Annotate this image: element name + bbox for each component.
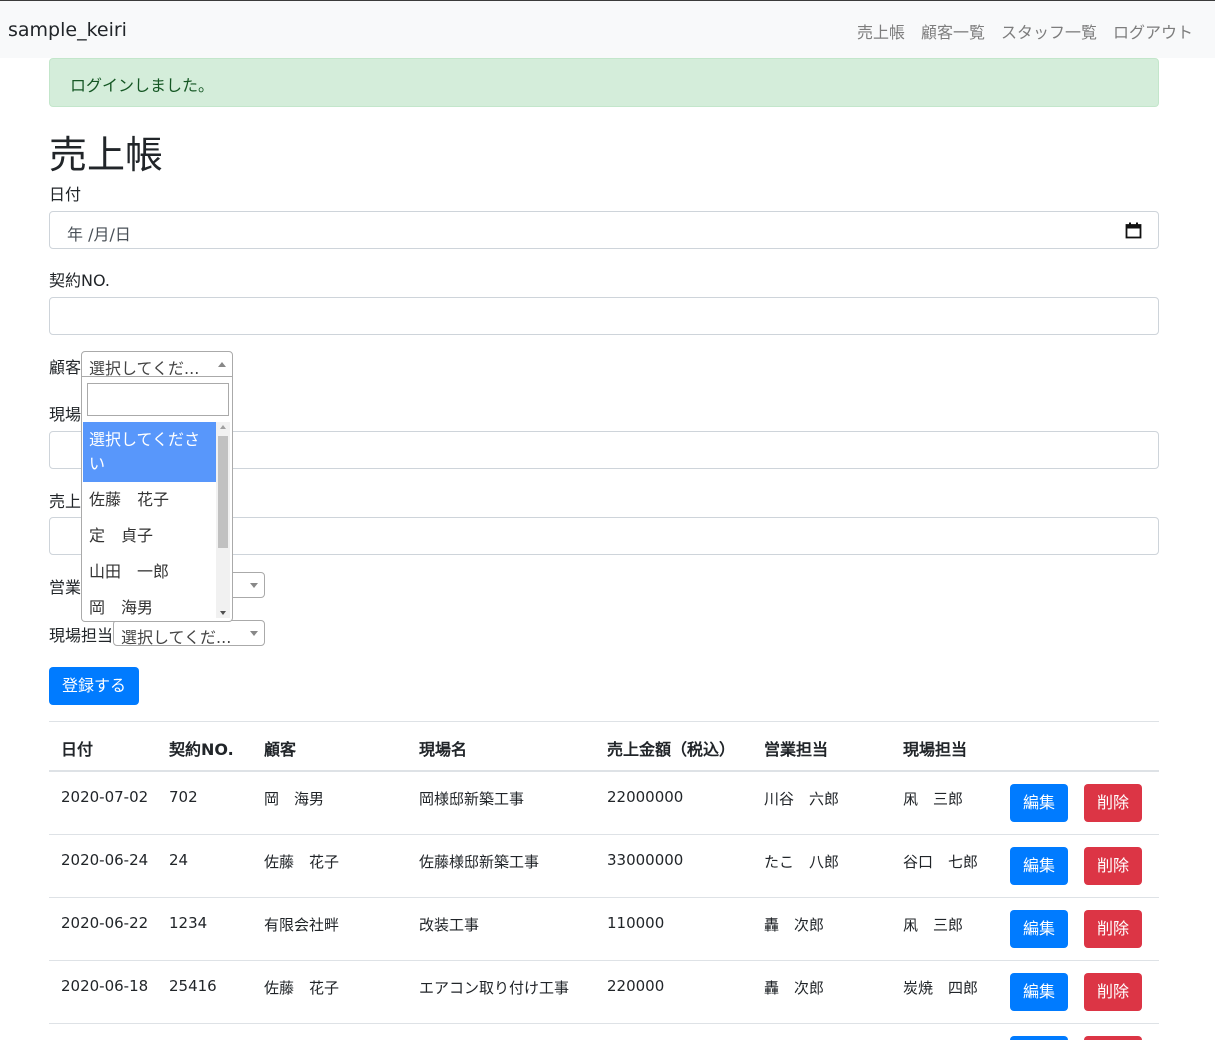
th-sales-staff: 営業担当 xyxy=(764,740,829,759)
edit-button[interactable]: 編集 xyxy=(1010,973,1068,1011)
scroll-down-icon[interactable] xyxy=(220,611,226,615)
delete-button[interactable]: 削除 xyxy=(1084,784,1142,822)
date-label: 日付 xyxy=(49,185,82,204)
submit-button[interactable]: 登録する xyxy=(49,667,139,705)
chevron-up-icon xyxy=(218,362,226,367)
calendar-icon[interactable] xyxy=(1125,222,1142,239)
customer-select[interactable]: 選択してくだ... xyxy=(81,351,233,377)
cell-date: 2020-06-24 xyxy=(61,851,149,869)
cell-site: エアコン取り付け工事 xyxy=(419,979,570,997)
cell-site-staff: 炭焼 四郎 xyxy=(903,979,979,997)
customer-select-value: 選択してくだ... xyxy=(89,359,200,377)
contract-label: 契約NO. xyxy=(49,271,111,290)
cell-amount: 33000000 xyxy=(607,851,684,869)
sales-label: 売上 xyxy=(49,492,82,511)
delete-button[interactable]: 削除 xyxy=(1084,910,1142,948)
edit-button[interactable]: 編集 xyxy=(1010,910,1068,948)
chevron-down-icon xyxy=(250,583,258,588)
edit-button-partial[interactable] xyxy=(1010,1036,1068,1040)
page-title: 売上帳 xyxy=(49,133,164,177)
dropdown-option[interactable]: 岡 海男 xyxy=(83,590,216,621)
cell-amount: 22000000 xyxy=(607,788,684,806)
cell-amount: 110000 xyxy=(607,914,665,932)
cell-date: 2020-07-02 xyxy=(61,788,149,806)
site-staff-label: 現場担当 xyxy=(49,626,114,645)
cell-customer: 佐藤 花子 xyxy=(264,853,340,871)
edit-button[interactable]: 編集 xyxy=(1010,847,1068,885)
delete-button-partial[interactable] xyxy=(1084,1036,1142,1040)
dropdown-option[interactable]: 佐藤 花子 xyxy=(83,482,216,518)
edit-button[interactable]: 編集 xyxy=(1010,784,1068,822)
cell-site-staff: 凩 三郎 xyxy=(903,916,964,934)
cell-contract: 25416 xyxy=(169,977,217,995)
site-staff-select-value: 選択してくだ... xyxy=(121,628,232,646)
th-amount: 売上金額（税込） xyxy=(607,740,736,759)
scroll-thumb[interactable] xyxy=(218,436,228,548)
nav-link-staff[interactable]: スタッフ一覧 xyxy=(1001,19,1097,43)
dropdown-search-input[interactable] xyxy=(87,383,229,416)
cell-site-staff: 凩 三郎 xyxy=(903,790,964,808)
row-divider xyxy=(49,834,1159,835)
dropdown-scrollbar[interactable] xyxy=(216,422,230,618)
nav-link-sales[interactable]: 売上帳 xyxy=(857,19,905,43)
cell-sales-staff: 轟 次郎 xyxy=(764,979,825,997)
customer-label: 顧客 xyxy=(49,358,82,377)
row-divider xyxy=(49,960,1159,961)
cell-site: 佐藤様邸新築工事 xyxy=(419,853,540,871)
table-header-border xyxy=(49,770,1159,772)
nav-link-customers[interactable]: 顧客一覧 xyxy=(921,19,985,43)
login-alert: ログインしました。 xyxy=(49,58,1159,107)
delete-button[interactable]: 削除 xyxy=(1084,847,1142,885)
cell-contract: 1234 xyxy=(169,914,208,932)
cell-date: 2020-06-22 xyxy=(61,914,149,932)
date-input[interactable]: 年 /月/日 xyxy=(49,211,1159,249)
nav-links: 売上帳 顧客一覧 スタッフ一覧 ログアウト xyxy=(857,19,1193,43)
cell-date: 2020-06-18 xyxy=(61,977,149,995)
th-date: 日付 xyxy=(61,740,94,759)
cell-site: 改装工事 xyxy=(419,916,480,934)
dropdown-option[interactable]: 山田 一郎 xyxy=(83,554,216,590)
brand-link[interactable]: sample_keiri xyxy=(8,19,127,41)
cell-site: 岡様邸新築工事 xyxy=(419,790,525,808)
dropdown-option[interactable]: 選択してください xyxy=(83,422,216,482)
cell-customer: 佐藤 花子 xyxy=(264,979,340,997)
chevron-down-icon xyxy=(250,631,258,636)
cell-contract: 702 xyxy=(169,788,198,806)
nav-link-logout[interactable]: ログアウト xyxy=(1113,19,1193,43)
th-site: 現場名 xyxy=(419,740,468,759)
customer-dropdown: 選択してください 佐藤 花子 定 貞子 山田 一郎 岡 海男 xyxy=(81,377,233,622)
site-staff-select[interactable]: 選択してくだ... xyxy=(113,620,265,646)
site-label: 現場 xyxy=(49,405,82,424)
date-placeholder: 年 /月/日 xyxy=(67,225,131,244)
th-customer: 顧客 xyxy=(264,740,297,759)
scroll-up-icon[interactable] xyxy=(220,425,226,429)
cell-contract: 24 xyxy=(169,851,189,869)
dropdown-options: 選択してください 佐藤 花子 定 貞子 山田 一郎 岡 海男 xyxy=(83,422,216,621)
row-divider xyxy=(49,897,1159,898)
cell-customer: 岡 海男 xyxy=(264,790,325,808)
delete-button[interactable]: 削除 xyxy=(1084,973,1142,1011)
contract-input[interactable] xyxy=(49,297,1159,335)
row-divider xyxy=(49,1023,1159,1024)
navbar: sample_keiri 売上帳 顧客一覧 スタッフ一覧 ログアウト xyxy=(0,0,1215,58)
table-top-border xyxy=(49,721,1159,722)
cell-sales-staff: 川谷 六郎 xyxy=(764,790,840,808)
cell-site-staff: 谷口 七郎 xyxy=(903,853,979,871)
cell-sales-staff: たこ 八郎 xyxy=(764,853,840,871)
cell-customer: 有限会社畔 xyxy=(264,916,340,934)
th-site-staff: 現場担当 xyxy=(903,740,968,759)
dropdown-option[interactable]: 定 貞子 xyxy=(83,518,216,554)
sales-staff-label: 営業 xyxy=(49,578,82,597)
cell-amount: 220000 xyxy=(607,977,665,995)
th-contract: 契約NO. xyxy=(169,740,234,759)
cell-sales-staff: 轟 次郎 xyxy=(764,916,825,934)
